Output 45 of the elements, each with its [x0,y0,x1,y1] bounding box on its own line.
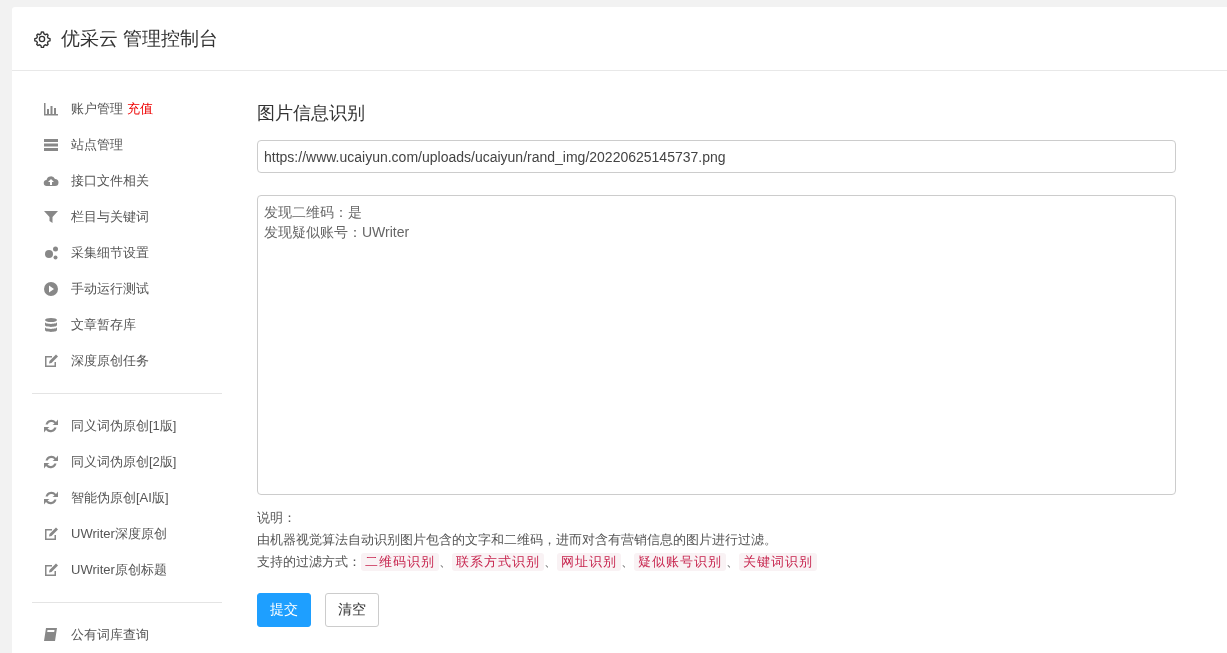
filter-tag: 二维码识别 [361,553,439,571]
sidebar-item[interactable]: 手动运行测试 [12,271,222,307]
console-title: 优采云 管理控制台 [61,26,219,51]
sidebar-item[interactable]: 公有词库查询 [12,617,222,653]
book-icon [43,627,59,643]
note-label: 说明： [257,510,297,527]
section-title: 图片信息识别 [257,102,366,125]
separator: 、 [621,555,634,569]
sidebar-item[interactable]: UWriter深度原创 [12,516,222,552]
refresh-icon [43,418,59,434]
filter-icon [43,209,59,225]
sidebar-item[interactable]: 同义词伪原创[1版] [12,408,222,444]
edit-icon [43,562,59,578]
sidebar-item[interactable]: 接口文件相关 [12,163,222,199]
separator: 、 [544,555,557,569]
refresh-icon [43,454,59,470]
url-field[interactable]: https://www.ucaiyun.com/uploads/ucaiyun/rand_img/20220625145737.png [257,140,1176,173]
filter-tag: 网址识别 [557,553,621,571]
separator: 、 [439,555,452,569]
edit-icon [43,353,59,369]
filter-tag: 疑似账号识别 [634,553,726,571]
database-icon [43,317,59,333]
sidebar-item[interactable]: 站点管理 [12,127,222,163]
filters-label: 支持的过滤方式： [257,555,361,569]
settings-icon [33,29,51,48]
edit-icon [43,526,59,542]
play-icon [43,281,59,297]
refresh-icon [43,490,59,506]
sidebar-item[interactable]: 深度原创任务 [12,343,222,379]
note-text: 由机器视觉算法自动识别图片包含的文字和二维码，进而对含有营销信息的图片进行过滤。 [257,532,778,549]
filter-tag: 关键词识别 [739,553,817,571]
sidebar-item[interactable]: 同义词伪原创[2版] [12,444,222,480]
result-box[interactable]: 发现二维码：是 发现疑似账号：UWriter [257,195,1176,495]
server-icon [43,137,59,153]
sidebar-item[interactable]: 智能伪原创[AI版] [12,480,222,516]
separator: 、 [726,555,739,569]
clear-button[interactable]: 清空 [325,593,379,627]
sidebar-item[interactable]: 采集细节设置 [12,235,222,271]
cloud-icon [43,173,59,189]
sidebar-item[interactable]: 文章暂存库 [12,307,222,343]
sidebar-item[interactable]: UWriter原创标题 [12,552,222,588]
chart-icon [43,101,59,117]
sidebar-item[interactable]: 账户管理 充值 [12,91,222,127]
sidebar-item[interactable]: 栏目与关键词 [12,199,222,235]
filter-tag: 联系方式识别 [452,553,544,571]
